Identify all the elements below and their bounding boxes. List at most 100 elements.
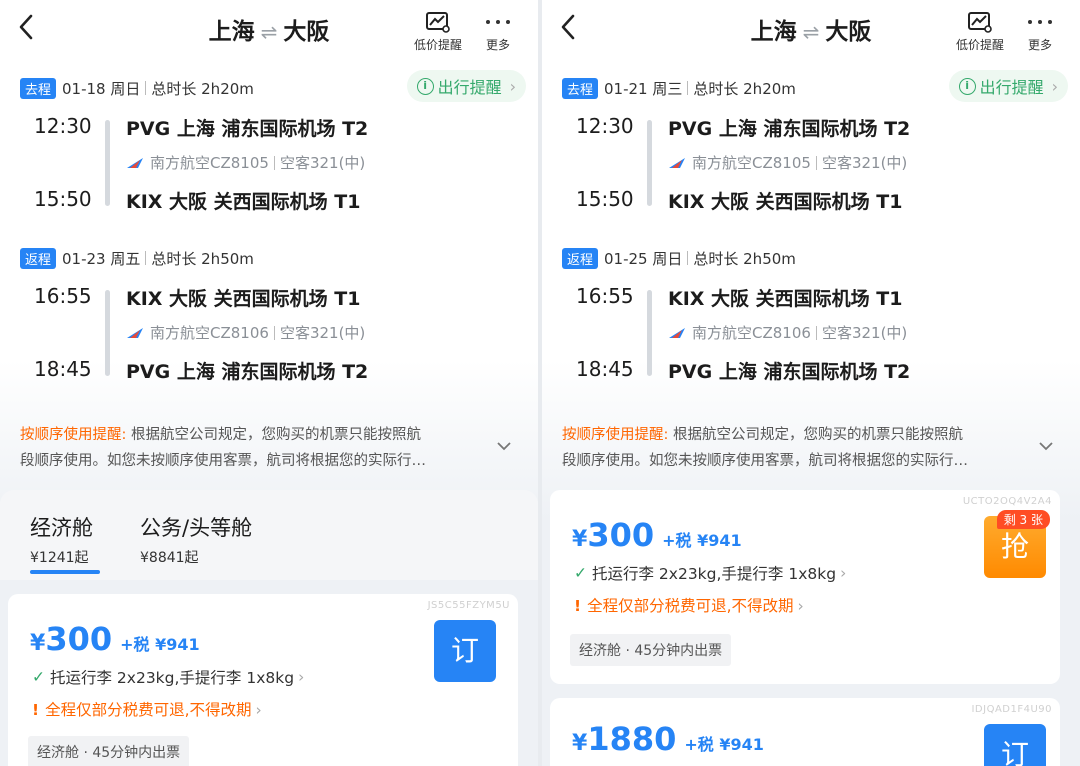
baggage-text: 托运行李 2x23kg,手提行李 1x8kg <box>592 565 837 583</box>
back-button[interactable] <box>14 12 40 42</box>
check-icon: ✓ <box>574 564 587 582</box>
right-panel: 上海 ⇌ 大阪 低价提醒 更多 去程 01-21 周三 总时长 2h20m i 出行… <box>542 0 1080 766</box>
refund-info[interactable]: ! 全程仅部分税费可退,不得改期 › <box>32 698 262 720</box>
round-trip-icon: ⇌ <box>260 20 278 44</box>
arr-airport: KIX 大阪 关西国际机场 T1 <box>126 191 361 213</box>
more-button[interactable]: 更多 <box>1018 10 1062 53</box>
book-button[interactable]: 订 <box>434 620 496 682</box>
arr-time: 15:50 <box>576 187 634 211</box>
chevron-right-icon: › <box>797 597 804 615</box>
book-button[interactable]: 订 <box>984 724 1046 766</box>
currency: ¥ <box>572 527 588 552</box>
china-southern-logo-icon <box>127 157 143 168</box>
notice-text-1: 根据航空公司规定，您购买的机票只能按照航 <box>668 427 963 443</box>
refund-text: 全程仅部分税费可退,不得改期 <box>587 597 794 615</box>
fare-price: ¥1880 +税 ¥941 <box>572 720 764 758</box>
outbound-tag: 去程 <box>562 77 599 99</box>
price-amount: 300 <box>45 620 113 658</box>
tab-business-first[interactable]: 公务/头等舱 ¥8841起 <box>140 512 252 567</box>
travel-tip-label: 出行提醒 <box>979 78 1044 97</box>
return-date: 01-23 周五 <box>62 249 141 268</box>
notice-title: 按顺序使用提醒: <box>562 427 669 443</box>
fare-card[interactable]: JS5C55FZYM5U ¥300 +税 ¥941 ✓ 托运行李 2x23kg,手… <box>8 594 518 766</box>
route-from: 上海 <box>750 19 797 45</box>
chevron-right-icon: › <box>255 701 262 719</box>
price-amount: 1880 <box>587 720 677 758</box>
chevron-left-icon <box>561 14 575 40</box>
divider <box>687 81 689 95</box>
return-date: 01-25 周日 <box>604 249 683 268</box>
chevron-left-icon <box>19 14 33 40</box>
aircraft: 空客321(中) <box>821 154 908 172</box>
travel-tip-button[interactable]: i 出行提醒 › <box>406 70 526 102</box>
refund-info[interactable]: ! 全程仅部分税费可退,不得改期 › <box>574 594 804 616</box>
remaining-badge: 剩 3 张 <box>996 510 1050 529</box>
back-button[interactable] <box>556 12 582 42</box>
tax-amount: +税 ¥941 <box>684 735 764 754</box>
price-alert-label: 低价提醒 <box>955 38 1004 52</box>
baggage-text: 托运行李 2x23kg,手提行李 1x8kg <box>50 669 295 687</box>
fare-code: JS5C55FZYM5U <box>427 600 510 611</box>
divider <box>145 251 147 265</box>
return-leg: 返程 01-25 周日 总时长 2h50m 16:55 KIX 大阪 关西国际机… <box>562 246 1062 392</box>
sequence-notice: 按顺序使用提醒: 根据航空公司规定，您购买的机票只能按照航 段顺序使用。如您未按… <box>562 422 1028 474</box>
aircraft: 空客321(中) <box>821 324 908 342</box>
chevron-right-icon: › <box>509 76 516 96</box>
baggage-info[interactable]: ✓ 托运行李 2x23kg,手提行李 1x8kg › <box>574 562 846 584</box>
notice-text-2: 段顺序使用。如您未按顺序使用客票，航司将根据您的实际行… <box>562 453 968 469</box>
tax-amount: +税 ¥941 <box>120 635 200 654</box>
route-from: 上海 <box>208 19 255 45</box>
return-duration: 总时长 2h50m <box>151 249 254 268</box>
active-tab-indicator <box>30 570 100 574</box>
flight-info: 南方航空CZ8105 空客321(中) <box>668 152 907 173</box>
outbound-duration: 总时长 2h20m <box>693 79 796 98</box>
divider <box>145 81 147 95</box>
header: 上海 ⇌ 大阪 低价提醒 更多 <box>0 0 538 60</box>
airline-flight: 南方航空CZ8105 <box>692 154 811 172</box>
tax-amount: +税 ¥941 <box>662 531 742 550</box>
arr-airport: KIX 大阪 关西国际机场 T1 <box>668 191 903 213</box>
dep-time: 16:55 <box>34 284 92 308</box>
flight-info: 南方航空CZ8106 空客321(中) <box>668 322 907 343</box>
divider <box>273 155 275 170</box>
timeline-bar <box>647 120 652 206</box>
aircraft: 空客321(中) <box>279 154 366 172</box>
sequence-notice: 按顺序使用提醒: 根据航空公司规定，您购买的机票只能按照航 段顺序使用。如您未按… <box>20 422 486 474</box>
timeline-bar <box>105 290 110 376</box>
dep-airport: PVG 上海 浦东国际机场 T2 <box>668 118 911 140</box>
aircraft: 空客321(中) <box>279 324 366 342</box>
price-alert-button[interactable]: 低价提醒 <box>946 10 1014 53</box>
baggage-info[interactable]: ✓ 托运行李 2x23kg,手提行李 1x8kg › <box>32 666 304 688</box>
more-label: 更多 <box>485 38 510 52</box>
arr-time: 15:50 <box>34 187 92 211</box>
currency: ¥ <box>572 731 588 756</box>
dep-airport: PVG 上海 浦东国际机场 T2 <box>126 118 369 140</box>
timeline-bar <box>105 120 110 206</box>
expand-notice-chevron-down-icon[interactable] <box>496 440 512 452</box>
route-to: 大阪 <box>283 19 330 45</box>
tab-economy[interactable]: 经济舱 ¥1241起 <box>30 512 100 574</box>
travel-tip-button[interactable]: i 出行提醒 › <box>948 70 1068 102</box>
divider <box>273 325 275 340</box>
more-dots-icon <box>486 20 510 24</box>
expand-notice-chevron-down-icon[interactable] <box>1038 440 1054 452</box>
china-southern-logo-icon <box>669 327 685 338</box>
outbound-tag: 去程 <box>20 77 57 99</box>
more-label: 更多 <box>1027 38 1052 52</box>
divider <box>815 325 817 340</box>
fare-price: ¥300 +税 ¥941 <box>572 516 742 554</box>
fare-card[interactable]: IDJQAD1F4U90 ¥1880 +税 ¥941 订 <box>550 698 1060 766</box>
cabin-name: 公务/头等舱 <box>140 516 253 540</box>
fare-price: ¥300 +税 ¥941 <box>30 620 200 658</box>
fare-code: IDJQAD1F4U90 <box>971 704 1052 715</box>
outbound-leg: 去程 01-18 周日 总时长 2h20m i 出行提醒 › 12:30 PVG… <box>20 70 526 222</box>
fare-card[interactable]: UCTO2OQ4V2A4 ¥300 +税 ¥941 ✓ 托运行李 2x23kg,手… <box>550 490 1060 684</box>
more-button[interactable]: 更多 <box>476 10 520 53</box>
arr-time: 18:45 <box>34 357 92 381</box>
arr-time: 18:45 <box>576 357 634 381</box>
more-dots-icon <box>1028 20 1052 24</box>
dep-time: 12:30 <box>34 114 92 138</box>
dep-airport: KIX 大阪 关西国际机场 T1 <box>668 288 903 310</box>
price-alert-button[interactable]: 低价提醒 <box>404 10 472 53</box>
fare-code: UCTO2OQ4V2A4 <box>962 496 1052 507</box>
